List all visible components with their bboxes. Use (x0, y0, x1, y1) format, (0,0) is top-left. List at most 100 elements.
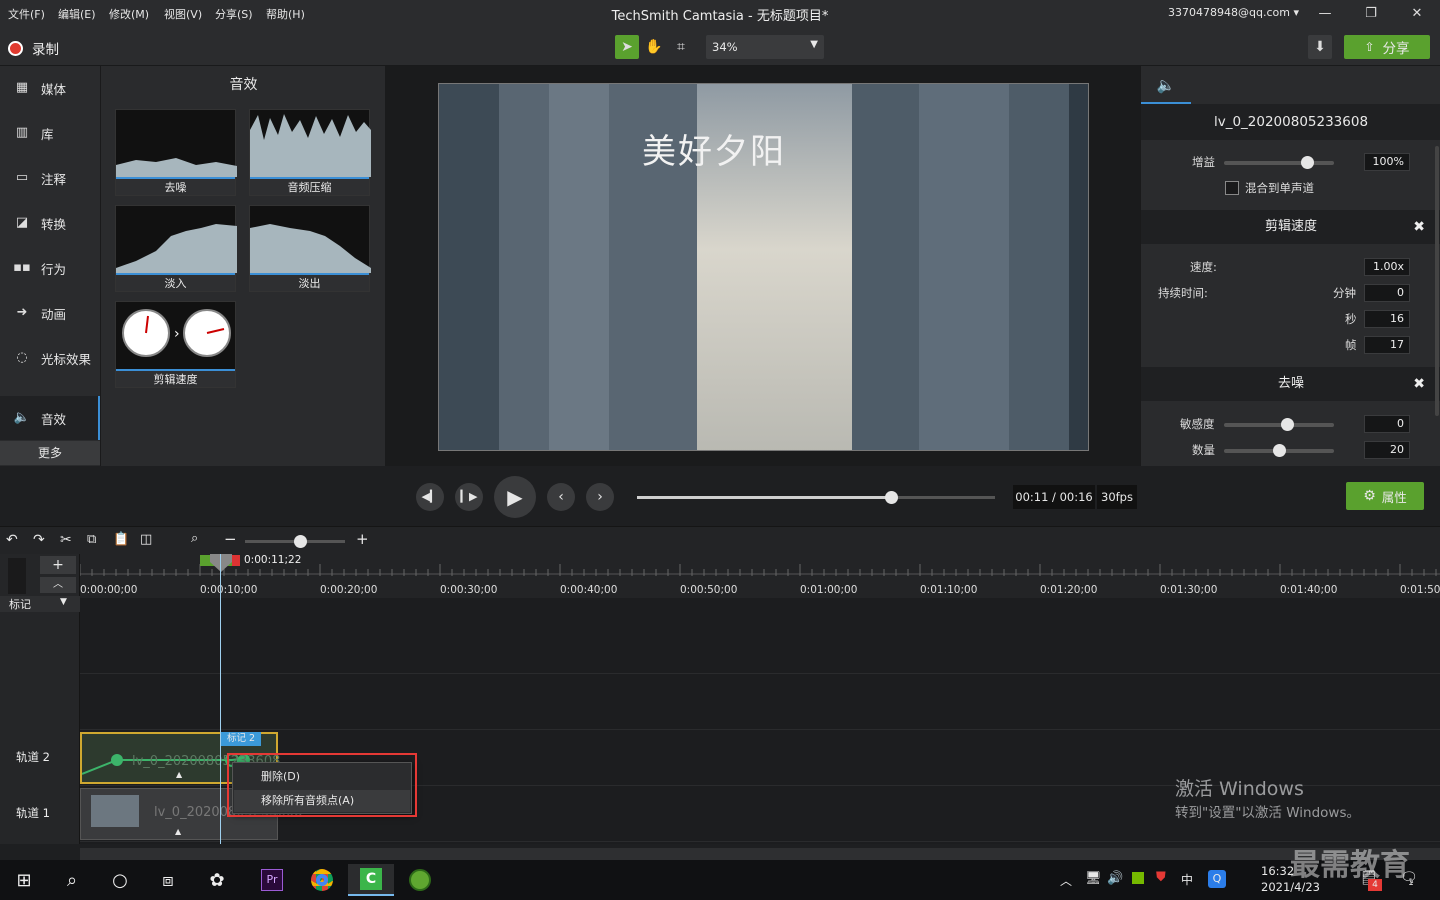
close-icon[interactable]: ✖ (1413, 367, 1425, 401)
sidebar-item-annotations[interactable]: ▭ 注释 (0, 156, 100, 200)
redo-icon[interactable]: ↷ (33, 532, 45, 548)
gain-slider-knob[interactable] (1300, 156, 1314, 169)
amount-value[interactable]: 20 (1364, 441, 1410, 459)
gain-value[interactable]: 100% (1364, 153, 1410, 171)
playback-scrubber[interactable] (885, 491, 899, 504)
duration-label: 持续时间: (1158, 286, 1208, 300)
minutes-value[interactable]: 0 (1364, 284, 1410, 302)
account-menu[interactable]: 3370478948@qq.com ▾ (1168, 6, 1299, 19)
track-1-label: 轨道 1 (16, 806, 50, 820)
close-button[interactable]: ✕ (1402, 4, 1432, 24)
nvidia-icon[interactable] (1132, 872, 1144, 884)
play-icon[interactable]: ▶ (494, 476, 536, 518)
amount-slider-knob[interactable] (1273, 444, 1286, 457)
zoom-out-icon[interactable]: − (224, 530, 237, 548)
audio-properties-tab[interactable]: 🔈 (1141, 66, 1191, 104)
zoom-select[interactable]: 34% ▼ (706, 35, 824, 59)
previous-marker-icon[interactable]: ‹ (547, 483, 575, 511)
clip-name: lv_0_20200805233608 (1141, 104, 1440, 140)
effect-denoise[interactable]: 去噪 (115, 109, 237, 196)
more-button[interactable]: 更多 (0, 441, 100, 465)
network-icon[interactable]: 🖥 (1085, 871, 1102, 886)
collapse-up-icon: ▲ (176, 770, 183, 779)
record-button[interactable]: 录制 (8, 38, 59, 58)
search-icon[interactable]: ⌕ (191, 531, 198, 546)
markers-row[interactable]: 标记 ▼ (0, 596, 80, 612)
sensitivity-value[interactable]: 0 (1364, 415, 1410, 433)
sidebar-item-media[interactable]: ▦ 媒体 (0, 66, 100, 110)
pan-hand-icon[interactable]: ✋ (642, 35, 666, 59)
sidebar-item-cursor-effects[interactable]: ◌ 光标效果 (0, 336, 100, 380)
properties-scrollbar[interactable] (1435, 146, 1439, 416)
title-bar: 文件(F) 编辑(E) 修改(M) 视图(V) 分享(S) 帮助(H) Tech… (0, 0, 1440, 28)
chrome-icon[interactable] (302, 864, 342, 896)
sidebar-item-library[interactable]: ▥ 库 (0, 111, 100, 155)
sensitivity-slider[interactable] (1224, 423, 1334, 427)
sidebar-item-behaviors[interactable]: ▪▪ 行为 (0, 246, 100, 290)
paste-icon[interactable]: 📋 (113, 532, 129, 547)
marker-tag[interactable]: 标记 2 (221, 732, 261, 746)
sidebar-item-transitions[interactable]: ◪ 转换 (0, 201, 100, 245)
cortana-icon[interactable]: ○ (100, 864, 140, 896)
overlay-caption: 美好夕阳 (642, 132, 786, 172)
camtasia-icon[interactable]: C (348, 864, 394, 896)
windows-start-icon[interactable]: ⊞ (4, 864, 44, 896)
effect-fade-in[interactable]: 淡入 (115, 205, 237, 292)
timeline-scrollbar[interactable] (80, 848, 1440, 860)
collapse-up-icon[interactable]: ︿ (40, 577, 76, 593)
sidebar-item-animations[interactable]: ➜ 动画 (0, 291, 100, 335)
step-back-icon[interactable]: ◀▎ (416, 483, 444, 511)
menu-share[interactable]: 分享(S) (215, 6, 253, 22)
menu-help[interactable]: 帮助(H) (266, 6, 305, 22)
task-view-icon[interactable]: ⧈ (148, 864, 188, 896)
menu-view[interactable]: 视图(V) (164, 6, 202, 22)
effect-clip-speed[interactable]: › 剪辑速度 (115, 301, 236, 388)
speed-value[interactable]: 1.00x (1364, 258, 1410, 276)
record-label: 录制 (32, 42, 59, 58)
timeline-zoom-knob[interactable] (294, 535, 307, 548)
mix-mono-label: 混合到单声道 (1245, 181, 1314, 195)
selection-end-handle[interactable] (232, 555, 240, 566)
add-track-button[interactable]: + (40, 556, 76, 574)
copy-icon[interactable]: ⧉ (87, 532, 96, 547)
watermelon-app-icon[interactable] (400, 864, 440, 896)
minimize-button[interactable]: — (1310, 4, 1340, 24)
split-icon[interactable]: ◫ (140, 532, 152, 547)
download-icon[interactable]: ⬇ (1308, 35, 1332, 59)
step-forward-icon[interactable]: ▎▶ (455, 483, 483, 511)
timeline-ruler[interactable]: 0:00:00;00 0:00:10;00 0:00:20;00 0:00:30;00… (80, 554, 1440, 598)
chevron-up-icon[interactable]: ︿ (1060, 872, 1072, 889)
menu-file[interactable]: 文件(F) (8, 6, 45, 22)
close-icon[interactable]: ✖ (1413, 210, 1425, 244)
effect-audio-compression[interactable]: 音频压缩 (249, 109, 371, 196)
track-height-slider[interactable] (8, 558, 26, 594)
crop-icon[interactable]: ⌗ (669, 35, 693, 59)
playhead-icon[interactable] (210, 554, 232, 574)
pinwheel-app-icon[interactable]: ✿ (197, 864, 237, 896)
video-preview[interactable]: 美好夕阳 (438, 83, 1089, 451)
premiere-icon[interactable]: Pr (252, 864, 292, 896)
select-tool-icon[interactable]: ➤ (615, 35, 639, 59)
effect-fade-out[interactable]: 淡出 (249, 205, 371, 292)
gain-slider[interactable] (1224, 161, 1334, 165)
search-icon[interactable]: ⌕ (52, 864, 92, 896)
zoom-in-icon[interactable]: + (356, 530, 369, 548)
ime-indicator[interactable]: 中 (1181, 871, 1193, 888)
sidebar-item-audio-effects[interactable]: 🔈 音效 (0, 396, 100, 440)
seconds-value[interactable]: 16 (1364, 310, 1410, 328)
mix-mono-checkbox[interactable] (1225, 181, 1239, 195)
share-button[interactable]: ⇧ 分享 (1344, 35, 1430, 59)
properties-button[interactable]: ⚙ 属性 (1346, 482, 1424, 510)
menu-edit[interactable]: 编辑(E) (58, 6, 96, 22)
audio-effects-panel: 音效 去噪 音频压缩 淡入 淡出 › 剪辑速度 (100, 66, 385, 466)
menu-modify[interactable]: 修改(M) (109, 6, 149, 22)
maximize-button[interactable]: ❐ (1356, 4, 1386, 24)
volume-icon[interactable]: 🔊 (1107, 871, 1123, 886)
next-marker-icon[interactable]: › (586, 483, 614, 511)
cut-icon[interactable]: ✂ (60, 532, 72, 548)
sensitivity-slider-knob[interactable] (1280, 418, 1294, 431)
frames-value[interactable]: 17 (1364, 336, 1410, 354)
qq-icon[interactable]: Q (1208, 870, 1226, 888)
undo-icon[interactable]: ↶ (6, 532, 18, 548)
shield-icon[interactable]: ⛊ (1156, 870, 1166, 885)
